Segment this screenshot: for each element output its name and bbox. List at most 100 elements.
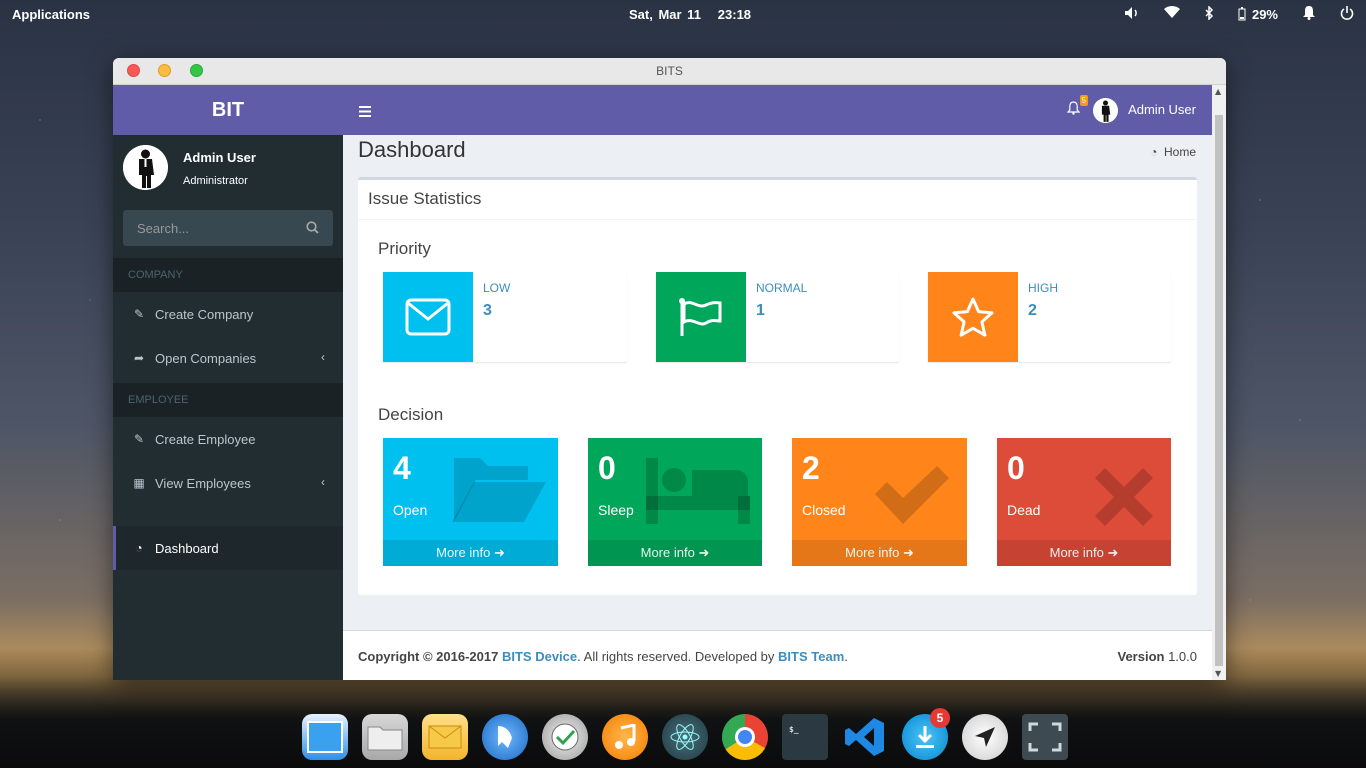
app-logo[interactable]: BIT bbox=[113, 85, 343, 135]
screenshot-icon[interactable] bbox=[1022, 714, 1068, 760]
download-manager-icon[interactable]: 5 bbox=[902, 708, 950, 760]
search-input[interactable]: Search... bbox=[123, 210, 333, 246]
sidebar-item-create-company[interactable]: ✎ Create Company bbox=[113, 292, 343, 336]
priority-low-box: LOW 3 bbox=[383, 272, 627, 362]
volume-icon[interactable] bbox=[1124, 6, 1140, 23]
decision-closed-box: 2 Closed More info ➜ bbox=[792, 438, 967, 566]
more-info-label: More info bbox=[640, 545, 695, 560]
breadcrumb-home: Home bbox=[1163, 145, 1196, 159]
battery-percent: 29% bbox=[1251, 6, 1278, 22]
version-number: 1.0.0 bbox=[1168, 649, 1197, 664]
scroll-up-icon[interactable]: ▲ bbox=[1215, 87, 1221, 96]
scroll-down-icon[interactable]: ▼ bbox=[1215, 669, 1221, 678]
search-placeholder: Search... bbox=[137, 221, 190, 236]
decision-label: Sleep bbox=[598, 502, 634, 518]
sidebar-item-dashboard[interactable]: ◔ Dashboard bbox=[113, 526, 343, 570]
version-label: Version bbox=[1117, 649, 1165, 664]
more-info-label: More info bbox=[845, 545, 900, 560]
topbar-user-name[interactable]: Admin User bbox=[1128, 102, 1196, 117]
more-info-link[interactable]: More info ➜ bbox=[383, 540, 558, 566]
clock[interactable]: Sat, Mar 11 23:18 bbox=[629, 7, 751, 22]
company-link[interactable]: BITS Device bbox=[502, 649, 577, 664]
footer-end-text: . bbox=[844, 649, 848, 664]
sidebar-item-view-employees[interactable]: ▦ View Employees ‹ bbox=[113, 461, 343, 505]
decision-count: 4 bbox=[393, 450, 411, 486]
sidebar-item-label: Dashboard bbox=[155, 540, 219, 556]
folder-open-icon bbox=[450, 452, 546, 529]
priority-label: HIGH bbox=[1028, 281, 1058, 295]
chrome-icon[interactable] bbox=[722, 714, 768, 760]
bell-icon[interactable] bbox=[1066, 101, 1081, 119]
search-icon[interactable] bbox=[306, 221, 319, 237]
mail-icon[interactable] bbox=[422, 714, 468, 760]
section-header-employee: EMPLOYEE bbox=[113, 383, 343, 417]
sidebar-item-open-companies[interactable]: ➦ Open Companies ‹ bbox=[113, 336, 343, 380]
scrollbar-thumb[interactable] bbox=[1215, 115, 1223, 666]
dashboard-icon: ◔ bbox=[1150, 145, 1158, 159]
times-icon bbox=[1093, 466, 1155, 533]
section-header-company: COMPANY bbox=[113, 258, 343, 292]
team-link[interactable]: BITS Team bbox=[778, 649, 844, 664]
decision-open-box: 4 Open More info ➜ bbox=[383, 438, 558, 566]
window-scrollbar[interactable]: ▲ ▼ bbox=[1212, 85, 1226, 680]
priority-label: LOW bbox=[483, 281, 511, 295]
navigation-icon[interactable] bbox=[962, 714, 1008, 760]
issue-statistics-box: Issue Statistics Priority LOW 3 NORMAL 1 bbox=[358, 177, 1197, 595]
decision-count: 0 bbox=[1007, 450, 1025, 486]
top-panel: Applications Sat, Mar 11 23:18 29% bbox=[0, 0, 1366, 28]
more-info-label: More info bbox=[436, 545, 491, 560]
clock-app-icon[interactable] bbox=[542, 714, 588, 760]
terminal-icon[interactable]: $_ bbox=[782, 714, 828, 760]
decision-label: Closed bbox=[802, 502, 846, 518]
check-icon bbox=[871, 464, 951, 531]
battery-indicator[interactable]: 29% bbox=[1238, 7, 1278, 22]
wifi-icon[interactable] bbox=[1163, 6, 1180, 22]
vscode-icon[interactable] bbox=[842, 714, 888, 760]
avatar[interactable] bbox=[1093, 98, 1118, 123]
page-title: Dashboard bbox=[358, 137, 466, 162]
app-window: BITS BIT Admin User Administrator Search… bbox=[113, 58, 1226, 680]
star-icon bbox=[928, 272, 1018, 362]
bed-icon bbox=[646, 458, 750, 529]
window-titlebar[interactable]: BITS bbox=[113, 58, 1226, 85]
priority-count: 1 bbox=[756, 302, 765, 319]
arrow-circle-right-icon: ➜ bbox=[902, 545, 914, 560]
applications-menu[interactable]: Applications bbox=[12, 7, 90, 22]
decision-sleep-box: 0 Sleep More info ➜ bbox=[588, 438, 762, 566]
power-icon[interactable] bbox=[1340, 5, 1354, 23]
arrow-circle-right-icon: ➜ bbox=[493, 545, 505, 560]
music-icon[interactable] bbox=[602, 714, 648, 760]
sidebar-item-label: Open Companies bbox=[155, 350, 257, 366]
arrow-circle-right-icon: ➜ bbox=[1107, 545, 1119, 560]
more-info-link[interactable]: More info ➜ bbox=[997, 540, 1171, 566]
priority-normal-box: NORMAL 1 bbox=[656, 272, 899, 362]
box-title: Issue Statistics bbox=[358, 180, 1197, 220]
sidebar-item-label: Create Company bbox=[155, 306, 254, 322]
breadcrumb[interactable]: ◔ Home bbox=[1150, 145, 1196, 159]
files-icon[interactable] bbox=[362, 714, 408, 760]
bluetooth-icon[interactable] bbox=[1204, 4, 1214, 23]
goat-browser-icon[interactable] bbox=[482, 714, 528, 760]
sidebar-user-name: Admin User bbox=[183, 150, 256, 165]
window-title: BITS bbox=[656, 64, 683, 78]
sidebar-user-role: Administrator bbox=[183, 175, 248, 187]
more-info-link[interactable]: More info ➜ bbox=[792, 540, 967, 566]
dock: $_ 5 bbox=[296, 708, 1076, 768]
priority-high-box: HIGH 2 bbox=[928, 272, 1171, 362]
menu-toggle-icon[interactable] bbox=[359, 102, 371, 121]
priority-label: NORMAL bbox=[756, 281, 808, 295]
priority-heading: Priority bbox=[378, 239, 431, 258]
date-text: Sat, Mar 11 bbox=[629, 7, 701, 22]
atom-icon[interactable] bbox=[662, 714, 708, 760]
sidebar-user-panel: Admin User Administrator bbox=[113, 135, 343, 205]
system-tray: 29% bbox=[1124, 4, 1354, 23]
decision-label: Open bbox=[393, 502, 428, 518]
sidebar-item-create-employee[interactable]: ✎ Create Employee bbox=[113, 417, 343, 461]
more-info-link[interactable]: More info ➜ bbox=[588, 540, 762, 566]
desktop-icon[interactable] bbox=[302, 714, 348, 760]
priority-count: 3 bbox=[483, 302, 492, 319]
decision-dead-box: 0 Dead More info ➜ bbox=[997, 438, 1171, 566]
notifications-icon[interactable] bbox=[1302, 5, 1316, 23]
download-badge: 5 bbox=[930, 708, 950, 728]
copyright-text: Copyright © 2016-2017 bbox=[358, 649, 499, 664]
